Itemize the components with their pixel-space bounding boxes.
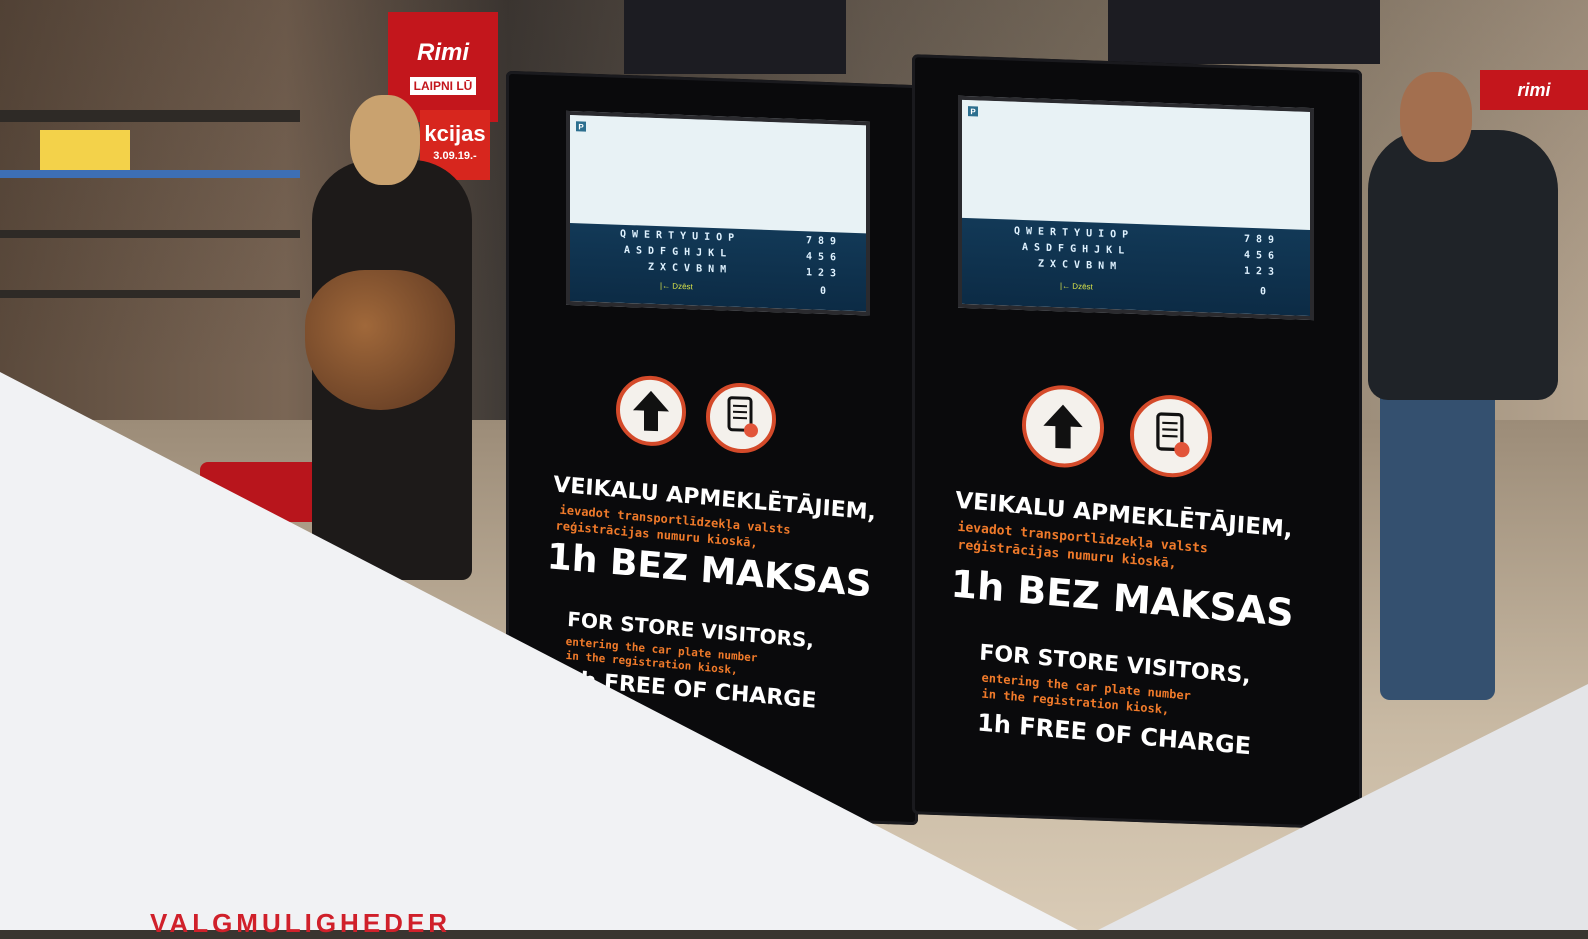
handbag <box>305 270 455 410</box>
shopper-man-head <box>1400 72 1472 162</box>
kiosk-en-offer: 1h FREE OF CHARGE <box>977 708 1252 760</box>
store-sign-text: Rimi <box>410 39 477 67</box>
keyboard-row[interactable]: QWERTYUIOP <box>620 229 740 244</box>
parking-kiosk: P QWERTYUIOP ASDFGHJKL ZXCVBNM 789 456 1… <box>912 54 1362 830</box>
shopper-woman-head <box>350 95 420 185</box>
shopper-man <box>1368 130 1558 400</box>
numpad-zero[interactable]: 0 <box>820 286 832 297</box>
kiosk-screen-top: P <box>962 100 1310 230</box>
notice-board <box>1108 0 1380 64</box>
delete-key[interactable]: |← Dzēst <box>1060 282 1093 292</box>
keyboard-row[interactable]: ZXCVBNM <box>1038 259 1122 273</box>
keyboard-row[interactable]: ZXCVBNM <box>648 262 732 276</box>
kiosk-screen: P QWERTYUIOP ASDFGHJKL ZXCVBNM 789 456 1… <box>958 96 1314 320</box>
kiosk-keyboard: QWERTYUIOP ASDFGHJKL ZXCVBNM 789 456 123… <box>962 218 1310 316</box>
kiosk-keyboard: QWERTYUIOP ASDFGHJKL ZXCVBNM 789 456 123… <box>570 223 866 311</box>
section-headline: VALGMULIGHEDER <box>150 908 451 938</box>
numpad-row[interactable]: 123 <box>806 267 842 279</box>
keyboard-row[interactable]: ASDFGHJKL <box>624 245 732 260</box>
keyboard-row[interactable]: QWERTYUIOP <box>1014 226 1134 241</box>
shelf <box>0 230 300 238</box>
arrow-up-icon <box>1022 384 1104 469</box>
store-sign-right: rimi <box>1480 70 1588 110</box>
numpad-row[interactable]: 456 <box>1244 250 1280 262</box>
kiosk-lv-offer: 1h BEZ MAKSAS <box>950 562 1295 636</box>
kiosk-screen-top: P <box>570 115 866 233</box>
tablet-touch-icon <box>1130 394 1212 479</box>
delete-key[interactable]: |← Dzēst <box>660 281 693 291</box>
tablet-touch-icon <box>706 382 776 454</box>
shopper-man-legs <box>1380 380 1495 700</box>
store-sign-sub: LAIPNI LŪ <box>410 77 477 95</box>
arrow-up-icon <box>616 375 686 447</box>
kiosk-screen: P QWERTYUIOP ASDFGHJKL ZXCVBNM 789 456 1… <box>566 111 870 316</box>
price-tags <box>40 130 130 170</box>
numpad-row[interactable]: 789 <box>806 235 842 247</box>
keyboard-row[interactable]: ASDFGHJKL <box>1022 242 1130 257</box>
shelf <box>0 170 300 178</box>
akcijas-text: kcijas <box>424 123 485 145</box>
notice-board <box>624 0 846 74</box>
numpad-zero[interactable]: 0 <box>1260 287 1272 298</box>
numpad-row[interactable]: 123 <box>1244 266 1280 278</box>
shelf <box>0 290 300 298</box>
hero-photo: Rimi LAIPNI LŪ kcijas 3.09.19.- rimi P Q… <box>0 0 1588 930</box>
numpad-row[interactable]: 789 <box>1244 234 1280 246</box>
parking-logo-icon: P <box>576 121 586 131</box>
parking-logo-icon: P <box>968 106 978 116</box>
kiosk-lv-offer: 1h BEZ MAKSAS <box>546 536 873 605</box>
shelf <box>0 110 300 122</box>
numpad-row[interactable]: 456 <box>806 251 842 263</box>
